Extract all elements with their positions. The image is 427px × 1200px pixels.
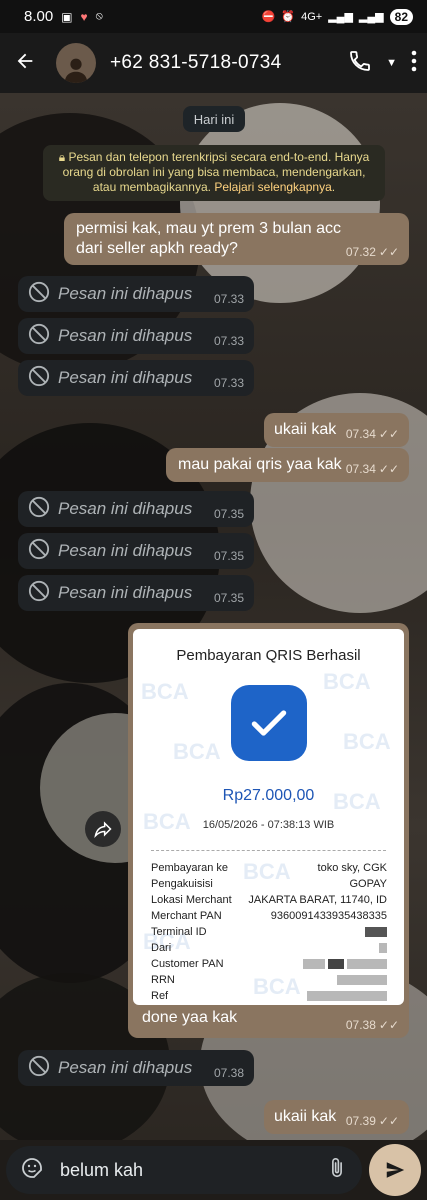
receipt-row: Merchant PAN 9360091433935438335 [151, 910, 387, 922]
message-outgoing[interactable]: ukaii kak 07.34 ✓✓ [264, 413, 409, 447]
message-deleted[interactable]: Pesan ini dihapus 07.35 [18, 533, 254, 569]
message-deleted[interactable]: Pesan ini dihapus 07.35 [18, 491, 254, 527]
receipt-row: Customer PAN [151, 958, 387, 970]
message-outgoing[interactable]: ukaii kak 07.39 ✓✓ [264, 1100, 409, 1134]
read-receipt-icon: ✓✓ [378, 1018, 399, 1032]
message-deleted[interactable]: Pesan ini dihapus 07.33 [18, 276, 254, 312]
receipt-row: Pengakuisisi GOPAY [151, 878, 387, 890]
deleted-icon [28, 580, 50, 606]
mute-icon: ⦸ [95, 10, 103, 22]
composer-bar: belum kah [0, 1140, 427, 1200]
contact-name[interactable]: +62 831-5718-0734 [110, 52, 282, 74]
deleted-icon [28, 281, 50, 307]
message-input[interactable]: belum kah [6, 1146, 362, 1194]
receipt-row: Terminal ID [151, 926, 387, 938]
voice-call-icon[interactable] [348, 49, 372, 78]
deleted-icon [28, 496, 50, 522]
read-receipt-icon: ✓✓ [378, 462, 399, 476]
network-label: 4G+ [301, 10, 323, 23]
more-options-icon[interactable] [411, 50, 417, 77]
message-deleted[interactable]: Pesan ini dihapus 07.33 [18, 318, 254, 354]
receipt-row: Ref [151, 990, 387, 1002]
message-text: permisi kak, mau yt prem 3 bulan acc dar… [76, 220, 341, 257]
screenshot-icon: ▣ [61, 9, 73, 24]
checkmark-icon [231, 685, 307, 761]
message-deleted[interactable]: Pesan ini dihapus 07.38 [18, 1050, 254, 1086]
signal-icon: ▂▄▆ [328, 11, 353, 23]
lock-icon: 🔒︎ [58, 150, 66, 164]
read-receipt-icon: ✓✓ [378, 427, 399, 441]
receipt-amount: Rp27.000,00 [222, 787, 315, 804]
divider [151, 850, 386, 851]
message-caption: done yaa kak [142, 1009, 238, 1026]
forward-button[interactable] [85, 811, 121, 847]
receipt-row: Dari [151, 942, 387, 954]
heart-icon: ♥ [80, 9, 88, 24]
encryption-notice[interactable]: 🔒︎ Pesan dan telepon terenkripsi secara … [43, 145, 385, 201]
message-deleted[interactable]: Pesan ini dihapus 07.35 [18, 575, 254, 611]
receipt-row: Lokasi Merchant JAKARTA BARAT, 11740, ID [151, 894, 387, 906]
receipt-row: Pembayaran ke toko sky, CGK [151, 862, 387, 874]
status-bar: 8.00 ▣ ♥ ⦸ ⛔ ⏰ 4G+ ▂▄▆ ▂▄▆ 82 [0, 0, 427, 33]
receipt-datetime: 16/05/2026 - 07:38:13 WIB [202, 819, 335, 831]
deleted-icon [28, 365, 50, 391]
status-time: 8.00 [24, 8, 54, 25]
read-receipt-icon: ✓✓ [378, 245, 399, 259]
date-divider: Hari ini [183, 106, 245, 132]
send-button[interactable] [369, 1144, 421, 1196]
dnd-icon: ⛔ [261, 11, 276, 23]
chat-area[interactable]: Hari ini 🔒︎ Pesan dan telepon terenkrips… [0, 93, 427, 1140]
signal-icon-2: ▂▄▆ [358, 11, 384, 23]
message-outgoing[interactable]: permisi kak, mau yt prem 3 bulan acc dar… [64, 213, 409, 265]
chat-header: +62 831-5718-0734 ▼ [0, 33, 427, 93]
deleted-icon [28, 1055, 50, 1081]
qris-receipt-image[interactable]: BCA BCA BCA BCA BCA BCA BCA BCA BCA Pemb… [133, 629, 404, 1005]
chevron-down-icon[interactable]: ▼ [386, 57, 397, 69]
learn-more-link[interactable]: Pelajari selengkapnya [214, 180, 331, 194]
avatar[interactable] [56, 43, 96, 83]
battery-badge: 82 [389, 8, 413, 25]
message-outgoing[interactable]: mau pakai qris yaa kak 07.34 ✓✓ [166, 448, 409, 482]
read-receipt-icon: ✓✓ [378, 1114, 399, 1128]
deleted-icon [28, 323, 50, 349]
message-deleted[interactable]: Pesan ini dihapus 07.33 [18, 360, 254, 396]
receipt-row: RRN [151, 974, 387, 986]
deleted-icon [28, 538, 50, 564]
sticker-icon[interactable] [20, 1156, 44, 1185]
receipt-title: Pembayaran QRIS Berhasil [176, 647, 361, 664]
attachment-icon[interactable] [326, 1157, 348, 1184]
back-arrow-icon[interactable] [14, 50, 36, 77]
message-input-text[interactable]: belum kah [60, 1160, 326, 1181]
alarm-icon: ⏰ [281, 11, 296, 23]
